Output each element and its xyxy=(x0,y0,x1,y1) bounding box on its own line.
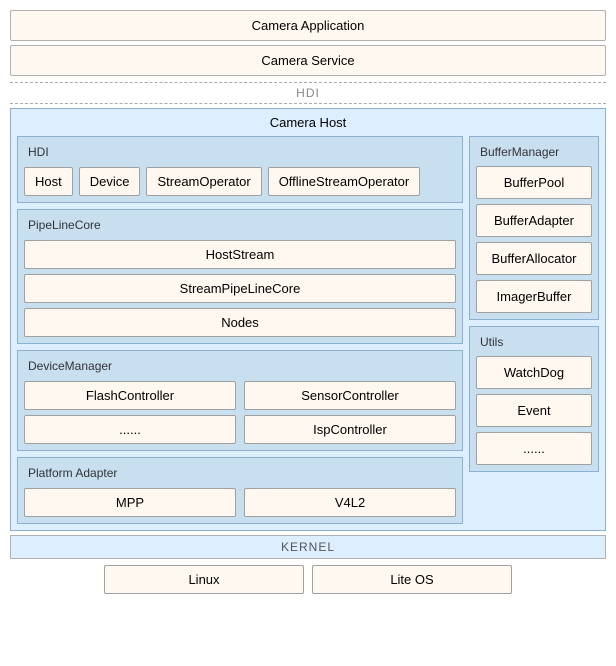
camera-host-title: Camera Host xyxy=(17,115,599,130)
kernel-liteos: Lite OS xyxy=(312,565,512,594)
pipeline-item-nodes: Nodes xyxy=(24,308,456,337)
device-manager-row1: FlashController SensorController xyxy=(24,381,456,410)
device-flash-controller: FlashController xyxy=(24,381,236,410)
kernel-linux: Linux xyxy=(104,565,304,594)
device-manager-container: DeviceManager FlashController SensorCont… xyxy=(17,350,463,451)
device-ellipsis: ...... xyxy=(24,415,236,444)
camera-host-container: Camera Host HDI Host Device Stre xyxy=(10,108,606,531)
platform-mpp: MPP xyxy=(24,488,236,517)
hdi-section-label: HDI xyxy=(24,143,456,161)
right-column: BufferManager BufferPool BufferAdapter B… xyxy=(469,136,599,524)
buffer-adapter: BufferAdapter xyxy=(476,204,592,237)
platform-adapter-items: MPP V4L2 xyxy=(24,488,456,517)
hdi-section-container: HDI Host Device StreamOperator OfflineSt… xyxy=(17,136,463,203)
camera-application-label: Camera Application xyxy=(252,18,365,33)
device-manager-label: DeviceManager xyxy=(24,357,456,375)
camera-service-label: Camera Service xyxy=(261,53,354,68)
camera-host-inner: HDI Host Device StreamOperator OfflineSt… xyxy=(17,136,599,524)
hdi-item-offline-stream-operator: OfflineStreamOperator xyxy=(268,167,421,196)
device-sensor-controller: SensorController xyxy=(244,381,456,410)
utils-label: Utils xyxy=(476,333,592,351)
kernel-row: Linux Lite OS xyxy=(10,565,606,594)
diagram-container: Camera Application Camera Service HDI Ca… xyxy=(10,10,606,594)
utils-container: Utils WatchDog Event ...... xyxy=(469,326,599,472)
device-manager-row2: ...... IspController xyxy=(24,415,456,444)
platform-adapter-container: Platform Adapter MPP V4L2 xyxy=(17,457,463,524)
buffer-pool: BufferPool xyxy=(476,166,592,199)
left-column: HDI Host Device StreamOperator OfflineSt… xyxy=(17,136,463,524)
utils-ellipsis: ...... xyxy=(476,432,592,465)
kernel-bar: KERNEL xyxy=(10,535,606,559)
camera-application-box: Camera Application xyxy=(10,10,606,41)
utils-watchdog: WatchDog xyxy=(476,356,592,389)
device-isp-controller: IspController xyxy=(244,415,456,444)
pipeline-item-streampipelinecore: StreamPipeLineCore xyxy=(24,274,456,303)
buffer-allocator: BufferAllocator xyxy=(476,242,592,275)
hdi-divider: HDI xyxy=(10,82,606,104)
imager-buffer: ImagerBuffer xyxy=(476,280,592,313)
buffer-manager-container: BufferManager BufferPool BufferAdapter B… xyxy=(469,136,599,320)
hdi-item-stream-operator: StreamOperator xyxy=(146,167,261,196)
utils-event: Event xyxy=(476,394,592,427)
hdi-item-host: Host xyxy=(24,167,73,196)
pipeline-section-items: HostStream StreamPipeLineCore Nodes xyxy=(24,240,456,337)
pipeline-section-label: PipeLineCore xyxy=(24,216,456,234)
platform-adapter-label: Platform Adapter xyxy=(24,464,456,482)
platform-v4l2: V4L2 xyxy=(244,488,456,517)
camera-service-box: Camera Service xyxy=(10,45,606,76)
hdi-item-device: Device xyxy=(79,167,141,196)
pipeline-section-container: PipeLineCore HostStream StreamPipeLineCo… xyxy=(17,209,463,344)
hdi-section-items: Host Device StreamOperator OfflineStream… xyxy=(24,167,456,196)
pipeline-item-hoststream: HostStream xyxy=(24,240,456,269)
buffer-manager-label: BufferManager xyxy=(476,143,592,161)
device-manager-section: FlashController SensorController ...... xyxy=(24,381,456,444)
